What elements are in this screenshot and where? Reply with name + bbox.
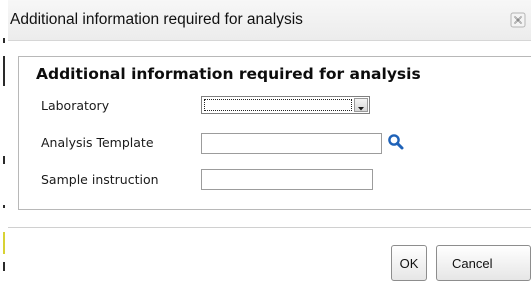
edge-mark	[3, 56, 5, 86]
edge-mark	[3, 232, 5, 254]
analysis-info-dialog: Additional information required for anal…	[8, 0, 531, 301]
sample-instruction-input[interactable]	[201, 169, 373, 190]
edge-mark	[3, 205, 5, 208]
analysis-template-input[interactable]	[201, 133, 382, 154]
chevron-down-icon[interactable]	[354, 98, 368, 112]
close-icon[interactable]	[510, 12, 526, 28]
dialog-titlebar[interactable]: Additional information required for anal…	[8, 0, 531, 41]
focus-outline	[204, 99, 352, 111]
analysis-template-label: Analysis Template	[41, 135, 154, 150]
laboratory-label: Laboratory	[41, 98, 110, 113]
background-window-edge	[0, 0, 5, 301]
edge-mark	[3, 156, 5, 164]
edge-mark	[3, 38, 5, 43]
ok-button[interactable]: OK	[391, 245, 427, 281]
edge-mark	[3, 262, 5, 271]
form-panel: Additional information required for anal…	[18, 56, 531, 210]
search-icon[interactable]	[387, 133, 405, 151]
footer-divider	[8, 227, 531, 228]
laboratory-select[interactable]	[201, 96, 370, 114]
cancel-button[interactable]: Cancel	[436, 245, 531, 281]
screen: Additional information required for anal…	[0, 0, 531, 301]
form-heading: Additional information required for anal…	[36, 65, 421, 83]
sample-instruction-label: Sample instruction	[41, 172, 159, 187]
dialog-title: Additional information required for anal…	[10, 11, 303, 28]
